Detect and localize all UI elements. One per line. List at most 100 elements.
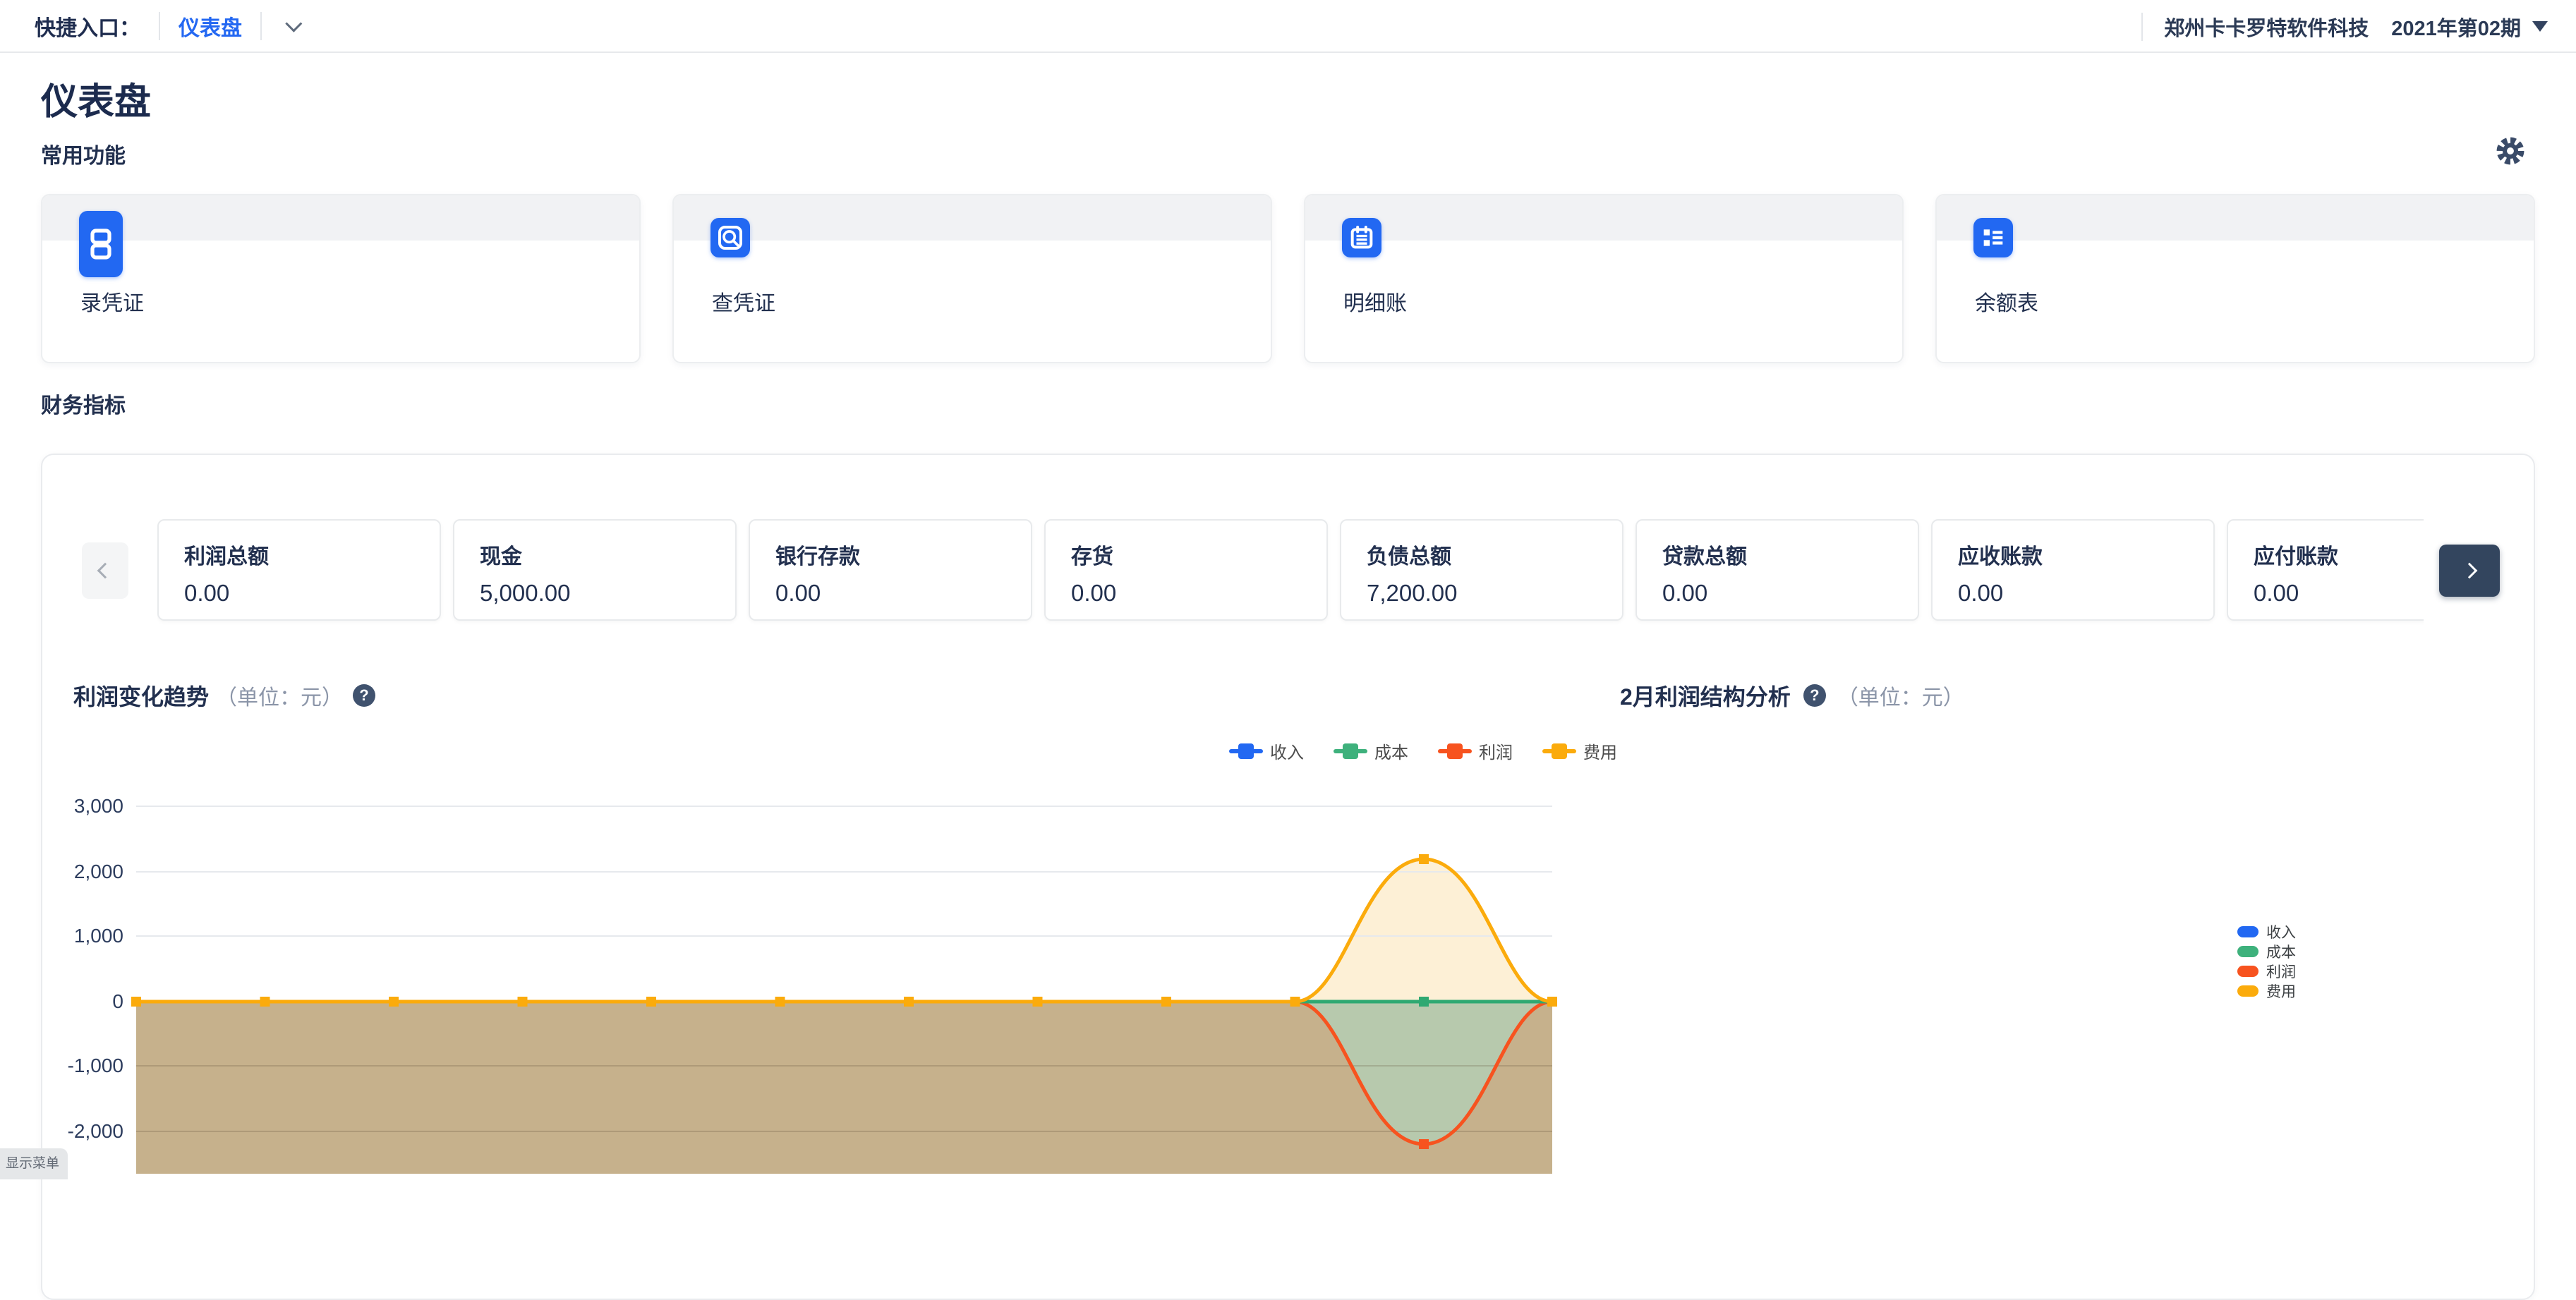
show-menu-chip[interactable]: 显示菜单 bbox=[0, 1148, 68, 1179]
indicator-card-inventory[interactable]: 存货 0.00 bbox=[1044, 519, 1328, 621]
financial-indicators-heading: 财务指标 bbox=[41, 388, 126, 419]
indicator-label: 负债总额 bbox=[1367, 539, 1622, 570]
indicator-cards-viewport[interactable]: 利润总额 0.00 现金 5,000.00 银行存款 0.00 存货 0.00 … bbox=[157, 519, 2424, 625]
indicator-card-accounts-receivable[interactable]: 应收账款 0.00 bbox=[1931, 519, 2215, 621]
caret-down-icon bbox=[2532, 21, 2548, 32]
function-card-balance-sheet[interactable]: 余额表 bbox=[1935, 194, 2535, 363]
card-header-band bbox=[1937, 195, 2534, 241]
voucher-icon bbox=[79, 211, 123, 277]
topbar: 快捷入口： 仪表盘 郑州卡卡罗特软件科技 2021年第02期 bbox=[0, 0, 2576, 53]
indicator-card-cash[interactable]: 现金 5,000.00 bbox=[453, 519, 737, 621]
indicator-value: 5,000.00 bbox=[480, 580, 735, 607]
legend-item-expense[interactable]: 费用 bbox=[1542, 739, 1617, 763]
structure-chart-legend: 收入 成本 利润 费用 bbox=[2237, 922, 2296, 1001]
y-tick: -1,000 bbox=[32, 1054, 123, 1078]
period-selector[interactable]: 2021年第02期 bbox=[2391, 12, 2548, 42]
indicator-value: 0.00 bbox=[1662, 580, 1918, 607]
indicator-value: 0.00 bbox=[1958, 580, 2213, 607]
quick-entry-label: 快捷入口： bbox=[35, 11, 140, 42]
swatch-icon bbox=[2237, 966, 2258, 977]
legend-item-income[interactable]: 收入 bbox=[1229, 739, 1304, 763]
function-card-label: 查凭证 bbox=[712, 286, 775, 317]
indicator-label: 存货 bbox=[1071, 539, 1326, 570]
legend-item-cost[interactable]: 成本 bbox=[1334, 739, 1408, 763]
legend-item-cost[interactable]: 成本 bbox=[2237, 942, 2296, 961]
indicator-cards-row: 利润总额 0.00 现金 5,000.00 银行存款 0.00 存货 0.00 … bbox=[157, 519, 2424, 621]
indicator-value: 0.00 bbox=[1071, 580, 1326, 607]
indicator-label: 应付账款 bbox=[2254, 539, 2424, 570]
current-page-link[interactable]: 仪表盘 bbox=[179, 11, 242, 42]
gear-icon bbox=[2495, 135, 2526, 166]
help-icon[interactable]: ? bbox=[1803, 684, 1826, 707]
legend-label: 收入 bbox=[1270, 739, 1304, 763]
scroll-left-button[interactable] bbox=[82, 542, 128, 599]
function-card-label: 余额表 bbox=[1975, 286, 2038, 317]
swatch-icon bbox=[2237, 985, 2258, 997]
indicator-card-total-loans[interactable]: 贷款总额 0.00 bbox=[1635, 519, 1919, 621]
indicator-value: 0.00 bbox=[184, 580, 440, 607]
trend-chart-title: 利润变化趋势 bbox=[73, 679, 209, 712]
function-card-record-voucher[interactable]: 录凭证 bbox=[41, 194, 641, 363]
indicator-label: 应收账款 bbox=[1958, 539, 2213, 570]
chevron-down-icon[interactable] bbox=[285, 16, 302, 32]
page-title: 仪表盘 bbox=[41, 72, 151, 125]
trend-line-chart[interactable] bbox=[120, 791, 1573, 1174]
period-label: 2021年第02期 bbox=[2391, 12, 2521, 42]
legend-label: 费用 bbox=[1583, 739, 1617, 763]
indicator-label: 利润总额 bbox=[184, 539, 440, 570]
legend-label: 成本 bbox=[2266, 941, 2296, 962]
chevron-right-icon bbox=[2462, 563, 2478, 579]
area-expense-bump bbox=[1295, 859, 1553, 1002]
structure-chart-title: 2月利润结构分析 bbox=[1620, 679, 1791, 712]
structure-chart-title-row: 2月利润结构分析 ? （单位：元） bbox=[1620, 679, 1964, 712]
help-icon[interactable]: ? bbox=[353, 684, 375, 707]
swatch-icon bbox=[2237, 926, 2258, 937]
indicator-card-total-liabilities[interactable]: 负债总额 7,200.00 bbox=[1340, 519, 1623, 621]
detail-ledger-icon bbox=[1342, 218, 1381, 257]
line-marker-icon bbox=[1438, 743, 1472, 760]
trend-chart-legend: 收入 成本 利润 费用 bbox=[1229, 739, 1617, 763]
divider bbox=[260, 12, 262, 40]
function-card-label: 录凭证 bbox=[80, 286, 144, 317]
scroll-right-button[interactable] bbox=[2439, 545, 2500, 597]
function-card-row: 录凭证 查凭证 明细账 bbox=[41, 194, 2535, 363]
indicator-card-bank-deposit[interactable]: 银行存款 0.00 bbox=[749, 519, 1032, 621]
legend-item-expense[interactable]: 费用 bbox=[2237, 981, 2296, 1000]
function-card-search-voucher[interactable]: 查凭证 bbox=[672, 194, 1272, 363]
y-tick: 0 bbox=[32, 990, 123, 1014]
company-name: 郑州卡卡罗特软件科技 bbox=[2164, 12, 2369, 42]
line-marker-icon bbox=[1542, 743, 1576, 760]
trend-chart-unit: （单位：元） bbox=[216, 680, 343, 711]
financial-indicators-panel: 利润总额 0.00 现金 5,000.00 银行存款 0.00 存货 0.00 … bbox=[41, 454, 2535, 1300]
chevron-left-icon bbox=[97, 563, 114, 579]
divider bbox=[159, 12, 160, 40]
legend-item-profit[interactable]: 利润 bbox=[2237, 961, 2296, 980]
search-voucher-icon bbox=[710, 218, 750, 257]
legend-label: 收入 bbox=[2266, 921, 2296, 942]
indicator-card-accounts-payable[interactable]: 应付账款 0.00 bbox=[2227, 519, 2424, 621]
legend-label: 利润 bbox=[1479, 739, 1513, 763]
y-tick: 2,000 bbox=[32, 860, 123, 884]
card-header-band bbox=[42, 195, 639, 241]
common-functions-heading: 常用功能 bbox=[41, 138, 126, 169]
legend-item-profit[interactable]: 利润 bbox=[1438, 739, 1513, 763]
indicator-label: 现金 bbox=[480, 539, 735, 570]
indicator-value: 0.00 bbox=[775, 580, 1031, 607]
indicator-card-total-profit[interactable]: 利润总额 0.00 bbox=[157, 519, 441, 621]
structure-chart-unit: （单位：元） bbox=[1837, 680, 1964, 711]
function-card-label: 明细账 bbox=[1343, 286, 1407, 317]
legend-label: 利润 bbox=[2266, 961, 2296, 982]
indicator-label: 银行存款 bbox=[775, 539, 1031, 570]
y-tick: -2,000 bbox=[32, 1119, 123, 1143]
settings-button[interactable] bbox=[2495, 135, 2526, 166]
function-card-detail-ledger[interactable]: 明细账 bbox=[1304, 194, 1904, 363]
divider bbox=[2141, 13, 2143, 41]
legend-item-income[interactable]: 收入 bbox=[2237, 922, 2296, 941]
card-header-band bbox=[674, 195, 1271, 241]
trend-chart-title-row: 利润变化趋势 （单位：元） ? bbox=[73, 679, 375, 712]
legend-label: 成本 bbox=[1374, 739, 1408, 763]
card-header-band bbox=[1305, 195, 1902, 241]
y-tick: 1,000 bbox=[32, 924, 123, 948]
line-marker-icon bbox=[1229, 743, 1263, 760]
legend-label: 费用 bbox=[2266, 980, 2296, 1002]
